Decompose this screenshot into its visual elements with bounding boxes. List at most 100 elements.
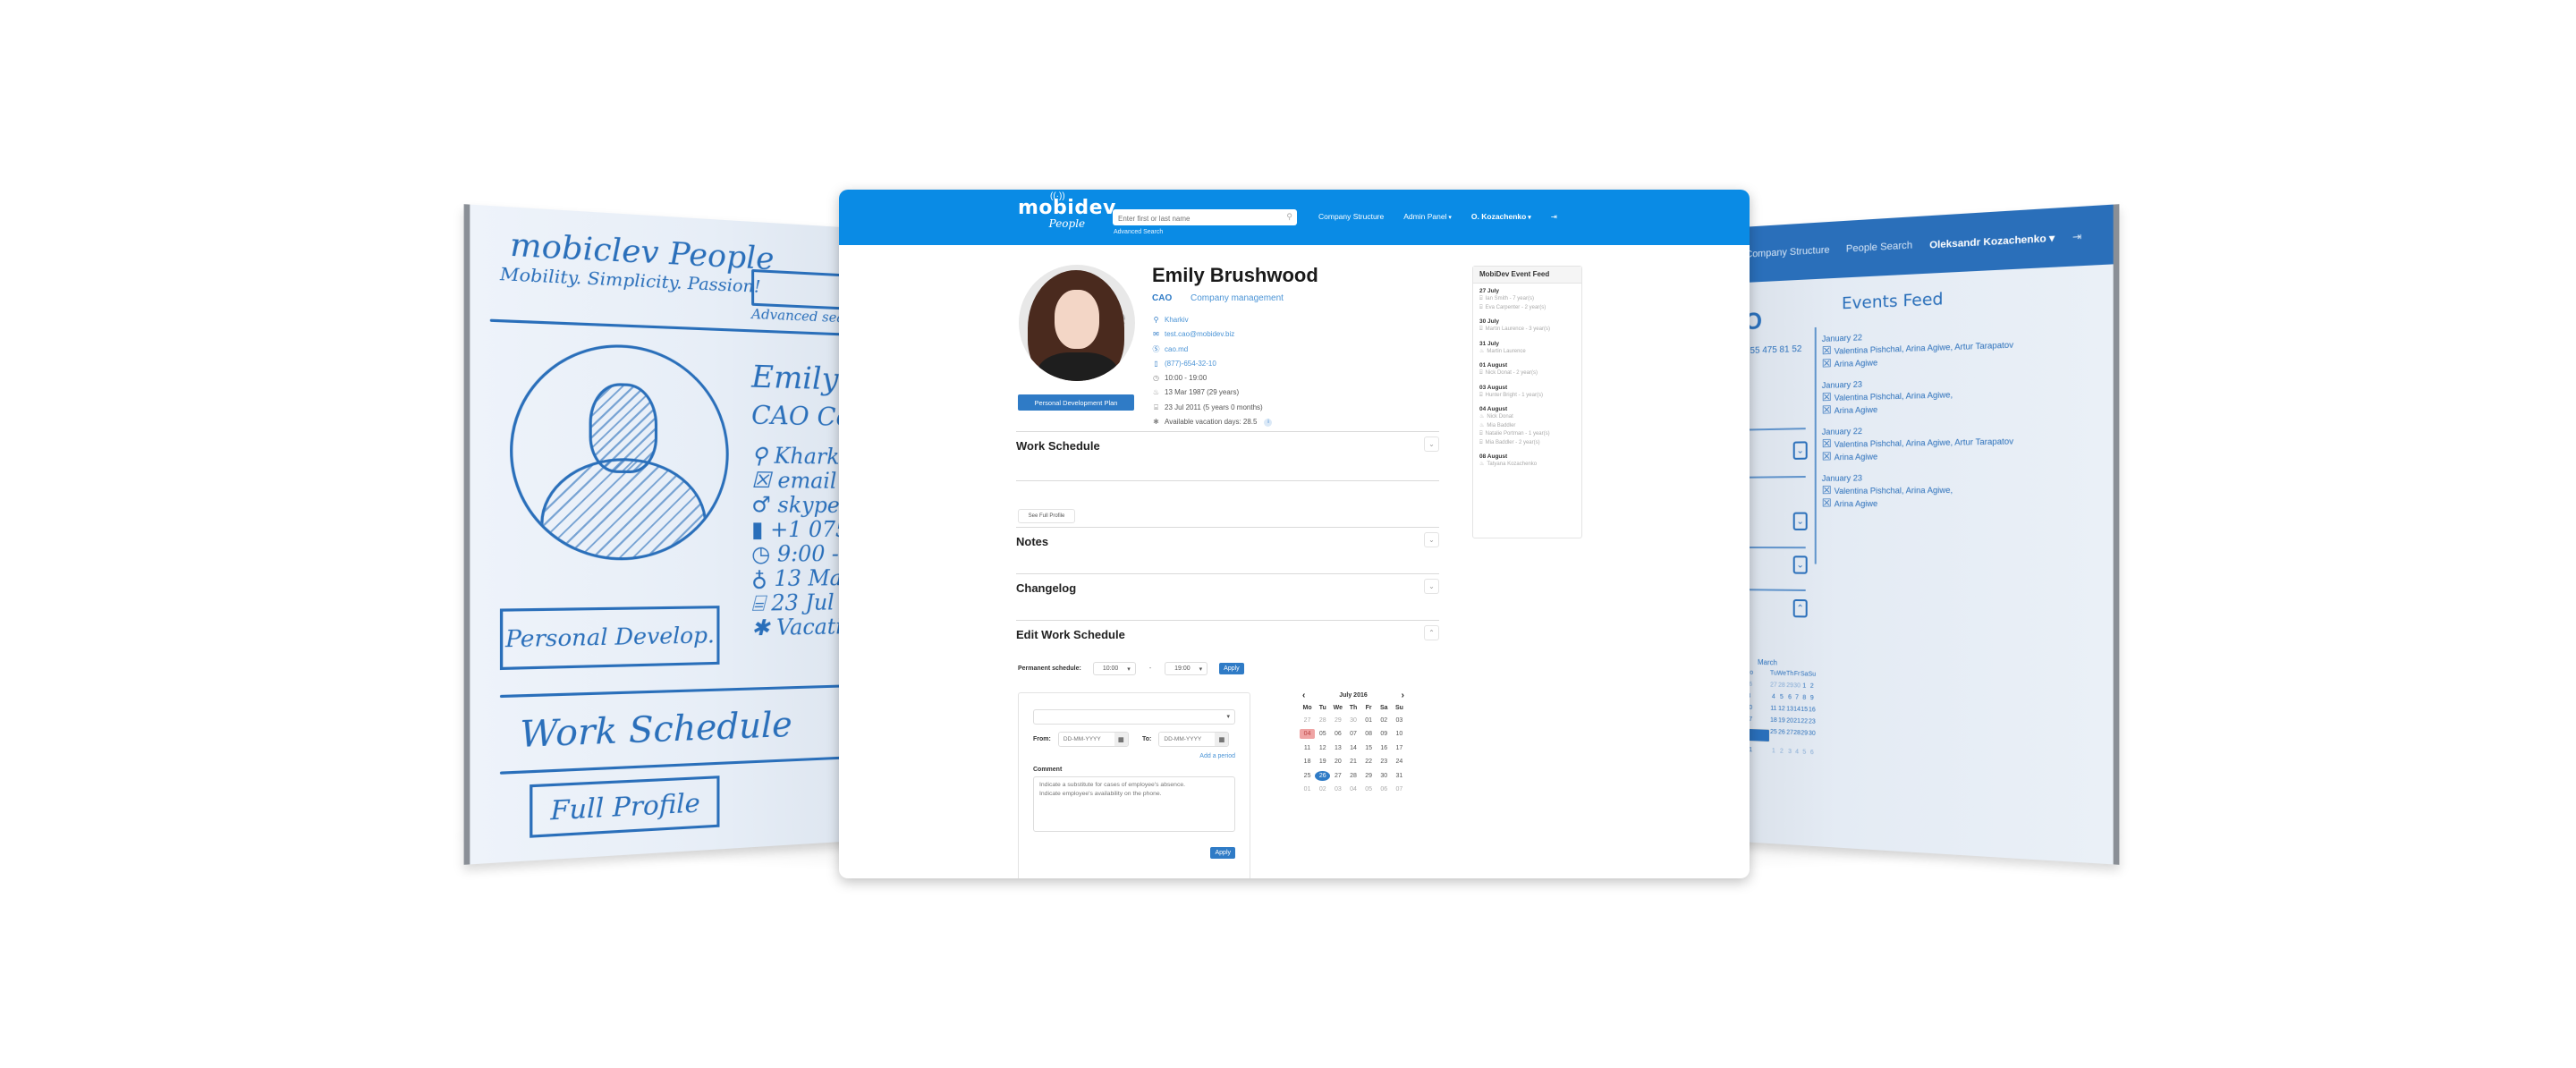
exception-type-select[interactable] (1033, 709, 1235, 725)
sketch-calendar-day: 12 (1778, 705, 1785, 713)
section-edit-work-schedule[interactable]: Edit Work Schedule ⌃ (1016, 620, 1439, 647)
advanced-search-link[interactable]: Advanced Search (1114, 229, 1163, 235)
calendar-day[interactable]: 28 (1345, 771, 1360, 781)
to-date-input[interactable] (1159, 733, 1216, 746)
calendar-day[interactable]: 05 (1361, 784, 1377, 794)
section-changelog[interactable]: Changelog ⌄ (1016, 573, 1439, 618)
chevron-left-icon[interactable]: ‹ (1302, 691, 1305, 700)
calendar-day[interactable]: 03 (1330, 784, 1345, 794)
end-time-select[interactable]: 19:00 (1165, 662, 1208, 675)
calendar-day[interactable]: 27 (1300, 716, 1315, 725)
calendar-day[interactable]: 29 (1330, 716, 1345, 725)
calendar-day[interactable]: 09 (1377, 729, 1392, 739)
calendar-weekday: Su (1394, 705, 1403, 711)
calendar-day[interactable]: 06 (1377, 784, 1392, 794)
time-separator: - (1148, 665, 1152, 672)
event-feed-panel: MobiDev Event Feed 27 July ⌸ Ian Smith - 7… (1472, 266, 1582, 538)
sketch-calendar-day: 18 (1769, 716, 1777, 725)
calendar-day[interactable]: 31 (1392, 771, 1407, 781)
chevron-down-icon[interactable]: ⌄ (1424, 579, 1439, 594)
search-input[interactable] (1113, 210, 1274, 227)
info-icon[interactable]: i (1264, 418, 1273, 427)
search-icon[interactable]: ⚲ (1286, 212, 1292, 222)
personal-development-plan-button[interactable]: Personal Development Plan (1018, 394, 1134, 411)
calendar-day[interactable]: 23 (1377, 757, 1392, 767)
calendar-day[interactable]: 13 (1330, 743, 1345, 753)
calendar-day[interactable]: 06 (1330, 729, 1345, 739)
calendar-icon[interactable]: ▦ (1215, 733, 1229, 746)
calendar-day[interactable]: 24 (1392, 757, 1407, 767)
calendar-day[interactable]: 01 (1300, 784, 1315, 794)
event-item[interactable]: ⌸ Ian Smith - 7 year(s) (1479, 295, 1575, 304)
see-full-profile-button[interactable]: See Full Profile (1018, 509, 1075, 523)
briefcase-icon: ⌸ (1479, 370, 1483, 376)
profile-name: Emily Brushwood (1152, 264, 1318, 286)
calendar-day[interactable]: 16 (1377, 743, 1392, 753)
nav-admin-panel[interactable]: Admin Panel (1403, 212, 1452, 222)
calendar-day[interactable]: 05 (1315, 729, 1330, 739)
calendar-day[interactable]: 01 (1361, 716, 1377, 725)
nav-company-structure[interactable]: Company Structure (1318, 212, 1384, 222)
calendar-day[interactable]: 02 (1377, 716, 1392, 725)
event-group: 27 July ⌸ Ian Smith - 7 year(s) ⌸ Eva Carpen… (1479, 288, 1575, 312)
logo[interactable]: ((·)) mobidev People (1018, 191, 1116, 230)
event-item[interactable]: ⌸ Hunter Bright - 1 year(s) (1479, 392, 1575, 401)
event-text: Martin Laurence - 3 year(s) (1485, 326, 1550, 332)
calendar-day[interactable]: 30 (1345, 716, 1360, 725)
calendar-day[interactable]: 10 (1392, 729, 1407, 739)
chevron-right-icon[interactable]: › (1402, 691, 1404, 700)
event-item[interactable]: ⌸ Martin Laurence - 3 year(s) (1479, 326, 1575, 335)
chevron-down-icon[interactable]: ⌄ (1424, 437, 1439, 452)
chevron-down-icon[interactable]: ⌄ (1424, 532, 1439, 547)
calendar-icon[interactable]: ▦ (1114, 733, 1128, 746)
calendar-day[interactable]: 30 (1377, 771, 1392, 781)
calendar-day[interactable]: 14 (1345, 743, 1360, 753)
event-item[interactable]: ♨ Nick Donat (1479, 413, 1575, 422)
event-item[interactable]: ♨ Tatyana Kozachenko (1479, 461, 1575, 470)
avatar: le (1019, 265, 1135, 381)
calendar-day[interactable]: 11 (1300, 743, 1315, 753)
from-date-input[interactable] (1058, 733, 1114, 746)
add-period-link[interactable]: Add a period (1199, 753, 1235, 759)
calendar-day[interactable]: 21 (1345, 757, 1360, 767)
section-work-schedule[interactable]: Work Schedule ⌄ (1016, 431, 1439, 479)
event-item[interactable]: ⌸ Nick Donat - 2 year(s) (1479, 369, 1575, 378)
sketch-calendar-weekday: We (1776, 670, 1787, 677)
calendar-day[interactable]: 12 (1315, 743, 1330, 753)
calendar-day[interactable]: 18 (1300, 757, 1315, 767)
sketch-calendar-day: 30 (1808, 730, 1816, 737)
calendar-day[interactable]: 27 (1330, 771, 1345, 781)
calendar-day[interactable]: 08 (1361, 729, 1377, 739)
calendar-day-holiday[interactable]: 04 (1300, 729, 1316, 739)
calendar-day[interactable]: 04 (1345, 784, 1360, 794)
start-time-select[interactable]: 10:00 (1092, 662, 1136, 675)
apply-exception-button[interactable]: Apply (1210, 847, 1235, 859)
calendar-day[interactable]: 02 (1315, 784, 1330, 794)
nav-user-menu[interactable]: O. Kozachenko (1471, 212, 1531, 222)
calendar-day[interactable]: 17 (1392, 743, 1407, 753)
calendar-day[interactable]: 19 (1315, 757, 1330, 767)
section-notes[interactable]: Notes ⌄ (1016, 527, 1439, 572)
calendar-day-today[interactable]: 26 (1315, 770, 1331, 781)
profile-department[interactable]: Company management (1191, 293, 1284, 303)
event-item[interactable]: ♨ Mia Baddler (1479, 422, 1575, 431)
calendar-day[interactable]: 28 (1315, 716, 1330, 725)
calendar-day[interactable]: 29 (1361, 771, 1377, 781)
event-item[interactable]: ♨ Martin Laurence (1479, 348, 1575, 357)
sketch-calendar-day: 1 (1802, 682, 1807, 690)
event-item[interactable]: ⌸ Natalie Portman - 1 year(s) (1479, 430, 1575, 439)
event-item[interactable]: ⌸ Eva Carpenter - 2 year(s) (1479, 304, 1575, 313)
chevron-up-icon[interactable]: ⌃ (1424, 625, 1439, 640)
calendar-day[interactable]: 25 (1300, 771, 1315, 781)
section-divider (1016, 480, 1439, 481)
calendar-day[interactable]: 20 (1330, 757, 1345, 767)
calendar-day[interactable]: 07 (1345, 729, 1360, 739)
comment-textarea[interactable] (1033, 776, 1235, 832)
apply-permanent-schedule-button[interactable]: Apply (1219, 663, 1244, 674)
calendar-day[interactable]: 03 (1392, 716, 1407, 725)
calendar-day[interactable]: 15 (1361, 743, 1377, 753)
calendar-day[interactable]: 07 (1392, 784, 1407, 794)
calendar-day[interactable]: 22 (1361, 757, 1377, 767)
event-item[interactable]: ⌸ Mia Baddler - 2 year(s) (1479, 439, 1575, 448)
logout-icon[interactable]: ⇥ (1551, 212, 1557, 222)
